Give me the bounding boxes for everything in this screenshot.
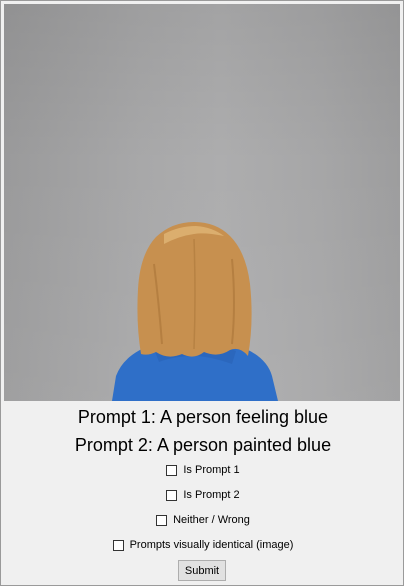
option-is-prompt-2[interactable]: Is Prompt 2 <box>1 489 404 501</box>
option-neither[interactable]: Neither / Wrong <box>1 514 404 526</box>
image-preview <box>4 4 400 401</box>
option-identical[interactable]: Prompts visually identical (image) <box>1 539 404 551</box>
neither-label: Neither / Wrong <box>173 514 250 526</box>
identical-label: Prompts visually identical (image) <box>129 539 294 551</box>
submit-button[interactable]: Submit <box>178 560 226 581</box>
option-is-prompt-1[interactable]: Is Prompt 1 <box>1 464 404 476</box>
neither-checkbox[interactable] <box>156 514 168 526</box>
prompt-1-text: Prompt 1: A person feeling blue <box>77 407 329 427</box>
is-prompt-2-checkbox[interactable] <box>166 489 178 501</box>
identical-checkbox[interactable] <box>112 539 124 551</box>
prompt-2-text: Prompt 2: A person painted blue <box>74 435 332 455</box>
person-figure <box>112 222 278 401</box>
is-prompt-1-checkbox[interactable] <box>166 464 178 476</box>
annotation-window: Prompt 1: A person feeling blue Prompt 2… <box>0 0 404 586</box>
is-prompt-2-label: Is Prompt 2 <box>183 489 240 501</box>
is-prompt-1-label: Is Prompt 1 <box>183 464 240 476</box>
